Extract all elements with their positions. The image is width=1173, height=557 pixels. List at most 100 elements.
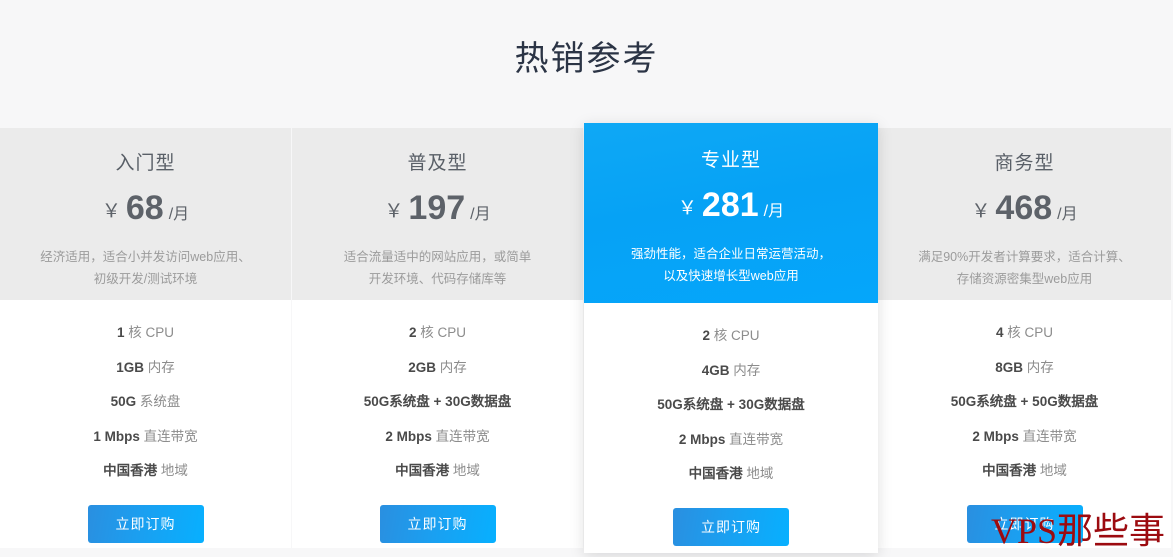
spec-item: 4GB 内存 [594,362,868,378]
plan-description-line-1: 经济适用，适合小并发访问web应用、 [40,250,251,264]
pricing-card-specs: 1 核 CPU 1GB 内存 50G 系统盘 1 Mbps 直连带宽 中国香港 地域 [0,300,291,499]
pricing-card: 专业型 ￥ 281/月 强劲性能，适合企业日常运营活动， 以及快速增长型web应用 2 核… [584,123,878,553]
plan-name: 入门型 [115,153,176,174]
plan-description-line-2: 开发环境、代码存储库等 [368,271,507,286]
page-header: 热销参考 [0,0,1173,110]
price-period: /月 [763,203,785,220]
spec-item: 1 Mbps 直连带宽 [10,428,281,444]
plan-description-line-1: 强劲性能，适合企业日常运营活动， [630,247,831,261]
pricing-card-specs: 2 核 CPU 2GB 内存 50G系统盘 + 30G数据盘 2 Mbps 直连带宽中… [292,300,583,499]
spec-item: 中国香港 地域 [10,464,281,478]
pricing-cards-container: 入门型 ￥ 68/月经济适用，适合小并发访问web应用、 初级开发/测试环境 1 核 C… [0,110,1173,557]
spec-value: 1 Mbps [93,428,140,444]
pricing-card-header: 普及型 ￥ 197/月适合流量适中的网站应用，或简单 开发环境、代码存储库等 [292,128,583,300]
spec-label: 直连带宽 [1018,428,1077,444]
spec-label: 地域 [1036,463,1067,478]
plan-name: 商务型 [994,153,1055,174]
spec-value: 4GB [701,362,730,378]
spec-value: 2 Mbps [972,428,1019,444]
pricing-card-header: 商务型 ￥ 468/月满足90%开发者计算要求，适合计算、 存储资源密集型web应用 [878,128,1171,300]
spec-value: 2 Mbps [385,428,432,444]
order-button-wrap: 立即订购 [584,507,878,557]
spec-label: 核 CPU [1003,325,1054,340]
currency-symbol: ￥ [384,201,404,222]
price-period: /月 [1057,206,1078,223]
pricing-card-header: 入门型 ￥ 68/月经济适用，适合小并发访问web应用、 初级开发/测试环境 [0,128,291,300]
pricing-card-specs: 4 核 CPU 8GB 内存 50G系统盘 + 50G数据盘 2 Mbps 直连带宽中… [878,300,1171,499]
spec-item: 50G系统盘 + 30G数据盘 [594,398,868,412]
spec-label: 内存 [729,362,761,378]
spec-label: 核 CPU [416,325,467,340]
pricing-card-specs: 2 核 CPU 4GB 内存 50G系统盘 + 30G数据盘 2 Mbps 直连带宽中… [584,303,878,502]
order-now-button[interactable]: 立即订购 [966,504,1083,543]
spec-value: 中国香港 [688,466,743,481]
price-amount: 468 [995,189,1053,227]
spec-label: 系统盘 [136,394,181,409]
spec-label: 核 CPU [124,325,175,340]
price-period: /月 [470,206,491,223]
spec-value: 2 [702,328,710,343]
price-amount: 281 [701,186,759,224]
pricing-card: 商务型 ￥ 468/月满足90%开发者计算要求，适合计算、 存储资源密集型web应用 4… [878,128,1171,548]
plan-price: ￥ 197/月 [310,191,565,225]
pricing-card: 普及型 ￥ 197/月适合流量适中的网站应用，或简单 开发环境、代码存储库等 2 核 C… [292,128,584,548]
spec-label: 内存 [436,359,467,375]
plan-description-line-2: 存储资源密集型web应用 [956,271,1093,286]
spec-value: 4 [995,325,1004,340]
spec-item: 2 核 CPU [594,329,868,343]
spec-item: 中国香港 地域 [888,464,1161,478]
plan-price: ￥ 468/月 [896,191,1153,225]
price-period: /月 [168,206,190,223]
spec-value: 50G [110,394,137,409]
spec-value: 2 [408,325,417,340]
plan-description-line-1: 适合流量适中的网站应用，或简单 [343,250,532,264]
spec-value: 50G系统盘 + 30G数据盘 [363,394,512,409]
page-title: 热销参考 [514,39,659,78]
order-button-wrap: 立即订购 [292,504,583,557]
order-now-button[interactable]: 立即订购 [673,507,789,546]
spec-item: 8GB 内存 [888,359,1161,375]
pricing-card: 入门型 ￥ 68/月经济适用，适合小并发访问web应用、 初级开发/测试环境 1 核 C… [0,128,292,548]
plan-description-line-1: 满足90%开发者计算要求，适合计算、 [918,250,1131,264]
spec-value: 50G系统盘 + 30G数据盘 [657,397,805,412]
spec-item: 2 核 CPU [302,326,573,340]
plan-description-line-2: 以及快速增长型web应用 [663,268,799,283]
spec-label: 内存 [1023,359,1054,375]
spec-label: 地域 [742,466,774,481]
plan-description: 强劲性能，适合企业日常运营活动， 以及快速增长型web应用 [602,244,860,287]
order-now-button[interactable]: 立即订购 [87,504,204,543]
spec-value: 2GB [408,359,436,375]
plan-price: ￥ 281/月 [602,188,860,222]
plan-name: 普及型 [407,153,468,174]
spec-item: 50G系统盘 + 50G数据盘 [888,395,1161,409]
plan-description: 经济适用，适合小并发访问web应用、 初级开发/测试环境 [18,247,273,290]
plan-description: 满足90%开发者计算要求，适合计算、 存储资源密集型web应用 [896,247,1153,290]
order-now-button[interactable]: 立即订购 [379,504,496,543]
spec-value: 1 [116,325,125,340]
plan-description-line-2: 初级开发/测试环境 [93,271,198,286]
spec-value: 8GB [995,359,1023,375]
plan-description: 适合流量适中的网站应用，或简单 开发环境、代码存储库等 [310,247,565,290]
spec-item: 50G 系统盘 [10,395,281,409]
price-amount: 197 [408,189,466,227]
spec-label: 直连带宽 [139,428,198,444]
spec-value: 2 Mbps [678,431,726,447]
order-button-wrap: 立即订购 [0,504,291,557]
spec-item: 4 核 CPU [888,326,1161,340]
spec-label: 直连带宽 [725,431,784,447]
plan-price: ￥ 68/月 [18,191,273,225]
spec-item: 50G系统盘 + 30G数据盘 [302,395,573,409]
spec-item: 中国香港 地域 [594,467,868,481]
spec-item: 2 Mbps 直连带宽 [888,428,1161,444]
spec-label: 内存 [144,359,175,375]
spec-item: 2 Mbps 直连带宽 [594,431,868,447]
spec-value: 中国香港 [103,463,158,478]
spec-item: 2 Mbps 直连带宽 [302,428,573,444]
spec-label: 直连带宽 [431,428,490,444]
spec-label: 地域 [449,463,480,478]
currency-symbol: ￥ [971,201,991,222]
spec-value: 中国香港 [395,463,450,478]
spec-item: 1GB 内存 [10,359,281,375]
spec-value: 1GB [116,359,144,375]
currency-symbol: ￥ [101,201,121,222]
